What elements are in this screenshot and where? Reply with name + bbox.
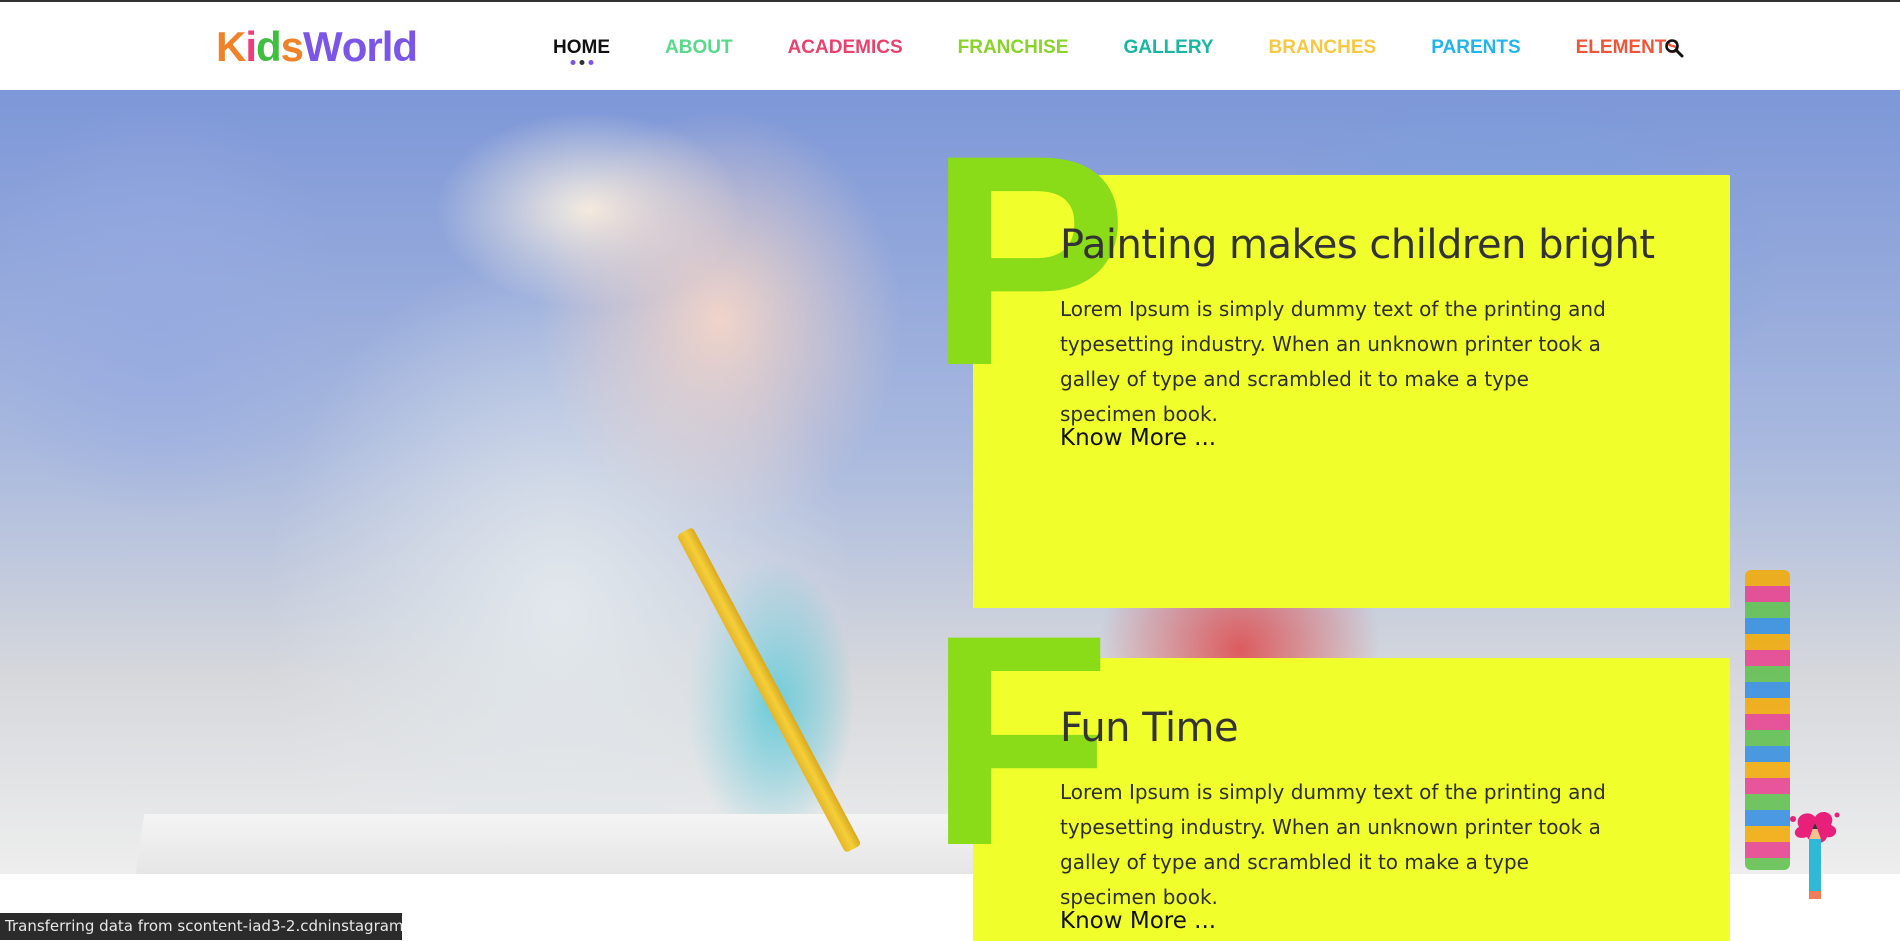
nav-item-label: FRANCHISE <box>957 37 1069 58</box>
logo-letter: i <box>245 23 257 70</box>
nav-item-label: ACADEMICS <box>787 37 903 58</box>
card-text: Lorem Ipsum is simply dummy text of the … <box>1060 780 1606 909</box>
nav-item-parents[interactable]: PARENTS <box>1431 30 1520 66</box>
active-indicator-dots <box>570 60 593 65</box>
kidsworld-logo[interactable]: KidsWorld <box>216 22 418 72</box>
main-nav: HOME ABOUT ACADEMICS FRANCHISE GALLERY BRANCH… <box>553 30 1734 66</box>
site-header: KidsWorld HOME ABOUT ACADEMICS FRANCHISE GAL… <box>0 0 1900 90</box>
logo-letter: W <box>303 23 343 70</box>
nav-item-label: BRANCHES <box>1268 37 1377 58</box>
browser-status-bar: Transferring data from scontent-iad3-2.c… <box>0 913 402 940</box>
logo-letter: o <box>341 23 368 70</box>
card-title: Painting makes children bright <box>1060 222 1655 268</box>
search-icon[interactable] <box>1664 38 1684 58</box>
nav-item-label: ABOUT <box>665 37 733 58</box>
nav-item-home[interactable]: HOME <box>553 30 610 66</box>
logo-letter: d <box>256 23 282 70</box>
nav-item-label: HOME <box>553 37 610 58</box>
nav-item-label: PARENTS <box>1431 37 1521 58</box>
card-text: Lorem Ipsum is simply dummy text of the … <box>1060 297 1606 426</box>
logo-letter: l <box>381 23 394 70</box>
nav-item-about[interactable]: ABOUT <box>665 30 733 66</box>
logo-letter: d <box>392 23 418 70</box>
hero-crayon-bin <box>1745 570 1790 870</box>
nav-item-franchise[interactable]: FRANCHISE <box>958 30 1069 66</box>
nav-item-label: GALLERY <box>1123 37 1214 58</box>
logo-letter: r <box>366 23 382 70</box>
logo-letter: s <box>280 23 304 70</box>
know-more-link[interactable]: Know More ... <box>1060 908 1216 934</box>
card-title: Fun Time <box>1060 705 1239 751</box>
nav-item-academics[interactable]: ACADEMICS <box>788 30 903 66</box>
pencil-splash-icon[interactable] <box>1785 805 1845 905</box>
know-more-link[interactable]: Know More ... <box>1060 425 1216 451</box>
nav-item-gallery[interactable]: GALLERY <box>1123 30 1213 66</box>
nav-item-branches[interactable]: BRANCHES <box>1269 30 1377 66</box>
logo-letter: K <box>216 23 246 70</box>
hero-crayon <box>676 526 862 854</box>
